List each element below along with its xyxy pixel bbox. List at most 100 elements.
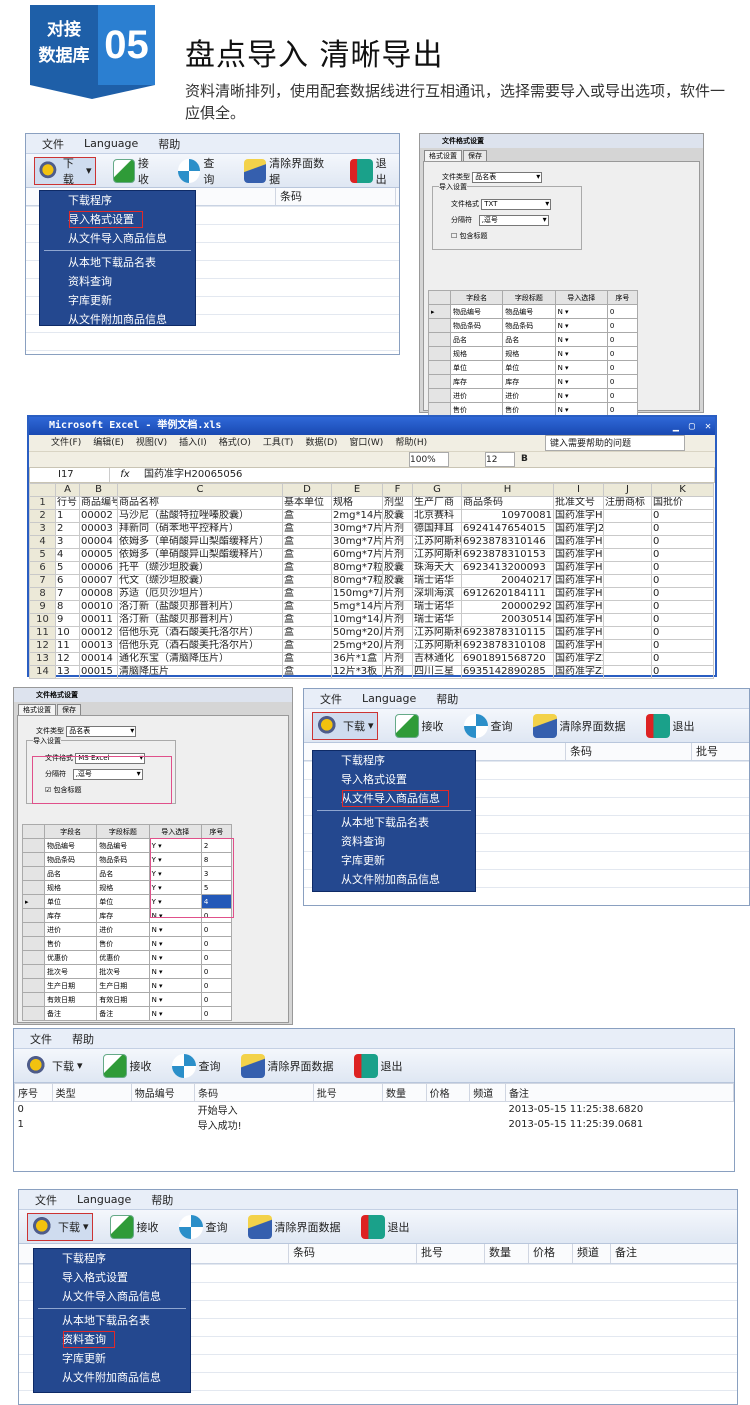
spreadsheet-cell[interactable]: 12片*3板 (331, 665, 383, 679)
spreadsheet-cell[interactable]: 3 (55, 535, 80, 549)
spreadsheet-cell[interactable]: 倍他乐克（酒石酸美托洛尔片） (117, 626, 283, 640)
spreadsheet-cell[interactable]: 20000292 (461, 600, 554, 614)
menu-item-import-from-file[interactable]: 从文件导入商品信息 (40, 229, 195, 248)
zoom-select[interactable]: 100% (409, 452, 449, 467)
spreadsheet-cell[interactable]: 0 (651, 548, 714, 562)
spreadsheet-cell[interactable]: 50mg*20片 (331, 626, 383, 640)
spreadsheet-cell[interactable]: 0 (651, 613, 714, 627)
menu-help[interactable]: 帮助 (158, 136, 180, 152)
spreadsheet-cell[interactable]: 0 (651, 561, 714, 575)
field-row[interactable]: 单位 单位 N ▾ 0 (428, 360, 639, 375)
menu-item-import-format[interactable]: 导入格式设置 (40, 210, 195, 229)
spreadsheet-cell[interactable]: 盒 (282, 600, 332, 614)
spreadsheet-cell[interactable] (603, 535, 652, 549)
spreadsheet-cell[interactable]: 片剂 (382, 639, 413, 653)
spreadsheet-cell[interactable]: 30mg*7片 (331, 535, 383, 549)
spreadsheet-cell[interactable]: 苏适（厄贝沙坦片） (117, 587, 283, 601)
spreadsheet-cell[interactable]: 倍他乐克（酒石酸美托洛尔片） (117, 639, 283, 653)
spreadsheet-cell[interactable]: 瑞士诺华 (412, 600, 462, 614)
row-number[interactable]: 1 (29, 496, 56, 510)
spreadsheet-cell[interactable]: 胶囊 (382, 561, 413, 575)
spreadsheet-cell[interactable]: 洛汀新（盐酸贝那普利片） (117, 600, 283, 614)
spreadsheet-cell[interactable]: 00011 (79, 613, 118, 627)
menu-item-font-update[interactable]: 字库更新 (34, 1349, 190, 1368)
spreadsheet-cell[interactable]: 7 (55, 587, 80, 601)
spreadsheet-cell[interactable]: 5 (55, 561, 80, 575)
spreadsheet-cell[interactable]: 吉林通化 (412, 652, 462, 666)
row-number[interactable]: 11 (29, 626, 56, 640)
spreadsheet-cell[interactable]: 片剂 (382, 613, 413, 627)
spreadsheet-cell[interactable]: 洛汀新（盐酸贝那普利片） (117, 613, 283, 627)
row-number[interactable]: 14 (29, 665, 56, 679)
spreadsheet-cell[interactable]: 6924147654015 (461, 522, 554, 536)
spreadsheet-cell[interactable]: 0 (651, 535, 714, 549)
spreadsheet-cell[interactable]: 珠海天大 (412, 561, 462, 575)
spreadsheet-cell[interactable]: 盒 (282, 639, 332, 653)
spreadsheet-cell[interactable]: 江苏阿斯利 (412, 548, 462, 562)
spreadsheet-cell[interactable]: 片剂 (382, 626, 413, 640)
spreadsheet-cell[interactable]: 盒 (282, 626, 332, 640)
field-order[interactable]: 0 (606, 360, 639, 375)
spreadsheet-cell[interactable]: 6923878310108 (461, 639, 554, 653)
spreadsheet-cell[interactable] (603, 509, 652, 523)
menu-item-data-query[interactable]: 资料查询 (40, 272, 195, 291)
help-search-input[interactable]: 键入需要帮助的问题 (545, 435, 685, 451)
spreadsheet-cell[interactable]: 2 (55, 522, 80, 536)
spreadsheet-cell[interactable]: 00002 (79, 509, 118, 523)
excel-menu-tools[interactable]: 工具(T) (263, 435, 294, 451)
filetype-select[interactable]: 品名表 (472, 172, 543, 183)
spreadsheet-cell[interactable]: 盒 (282, 548, 332, 562)
spreadsheet-cell[interactable]: 10970081 (461, 509, 554, 523)
field-order[interactable]: 0 (606, 388, 639, 403)
spreadsheet-cell[interactable] (603, 587, 652, 601)
row-number[interactable]: 9 (29, 600, 56, 614)
spreadsheet-cell[interactable]: 基本单位 (282, 496, 332, 510)
receive-button[interactable]: 接收 (392, 712, 447, 740)
menu-language[interactable]: Language (77, 1193, 131, 1206)
field-order[interactable]: 0 (200, 1006, 233, 1021)
field-order[interactable]: 0 (200, 964, 233, 979)
spreadsheet-cell[interactable]: 盒 (282, 587, 332, 601)
spreadsheet-cell[interactable]: 00014 (79, 652, 118, 666)
spreadsheet-cell[interactable]: 6912620184111 (461, 587, 554, 601)
excel-menu-window[interactable]: 窗口(W) (349, 435, 383, 451)
field-row[interactable]: 进价 进价 N ▾ 0 (428, 388, 639, 403)
spreadsheet-cell[interactable]: 12 (55, 652, 80, 666)
menu-item-import-from-file[interactable]: 从文件导入商品信息 (313, 789, 475, 808)
menu-item-import-format[interactable]: 导入格式设置 (34, 1268, 190, 1287)
column-letter[interactable]: G (412, 483, 462, 497)
spreadsheet-cell[interactable]: 20040217 (461, 574, 554, 588)
spreadsheet-cell[interactable]: 国药准字H10970081 (553, 509, 604, 523)
column-letter[interactable]: H (461, 483, 554, 497)
spreadsheet-cell[interactable] (603, 561, 652, 575)
spreadsheet-cell[interactable]: 11 (55, 639, 80, 653)
spreadsheet-cell[interactable]: 00013 (79, 639, 118, 653)
spreadsheet-cell[interactable]: 依姆多（单硝酸异山梨酯缓释片） (117, 535, 283, 549)
spreadsheet-cell[interactable]: 剂型 (382, 496, 413, 510)
menu-item-append-from-file[interactable]: 从文件附加商品信息 (40, 310, 195, 329)
menu-item-local-download[interactable]: 从本地下载品名表 (40, 253, 195, 272)
exit-button[interactable]: 退出 (351, 1052, 406, 1080)
spreadsheet-cell[interactable]: 60mg*7片 (331, 548, 383, 562)
spreadsheet-cell[interactable]: 00010 (79, 600, 118, 614)
spreadsheet-cell[interactable] (603, 548, 652, 562)
spreadsheet-cell[interactable]: 30mg*7片 (331, 522, 383, 536)
row-number[interactable]: 13 (29, 652, 56, 666)
spreadsheet-cell[interactable]: 商品名称 (117, 496, 283, 510)
excel-menu-view[interactable]: 视图(V) (136, 435, 167, 451)
spreadsheet-cell[interactable]: 四川三星 (412, 665, 462, 679)
spreadsheet-cell[interactable]: 胶囊 (382, 574, 413, 588)
download-button[interactable]: 下载 ▾ (22, 1052, 86, 1080)
spreadsheet-cell[interactable]: 0 (651, 522, 714, 536)
column-letter[interactable]: A (55, 483, 80, 497)
import-select[interactable]: N ▾ (148, 950, 202, 965)
spreadsheet-cell[interactable]: 片剂 (382, 548, 413, 562)
excel-menu-insert[interactable]: 插入(I) (179, 435, 207, 451)
spreadsheet-cell[interactable]: 盒 (282, 665, 332, 679)
spreadsheet-cell[interactable]: 0 (651, 665, 714, 679)
field-order[interactable]: 0 (200, 950, 233, 965)
spreadsheet-cell[interactable]: 6923413200093 (461, 561, 554, 575)
column-letter[interactable]: F (382, 483, 413, 497)
column-letter[interactable]: E (331, 483, 383, 497)
menu-file[interactable]: 文件 (35, 1192, 57, 1208)
